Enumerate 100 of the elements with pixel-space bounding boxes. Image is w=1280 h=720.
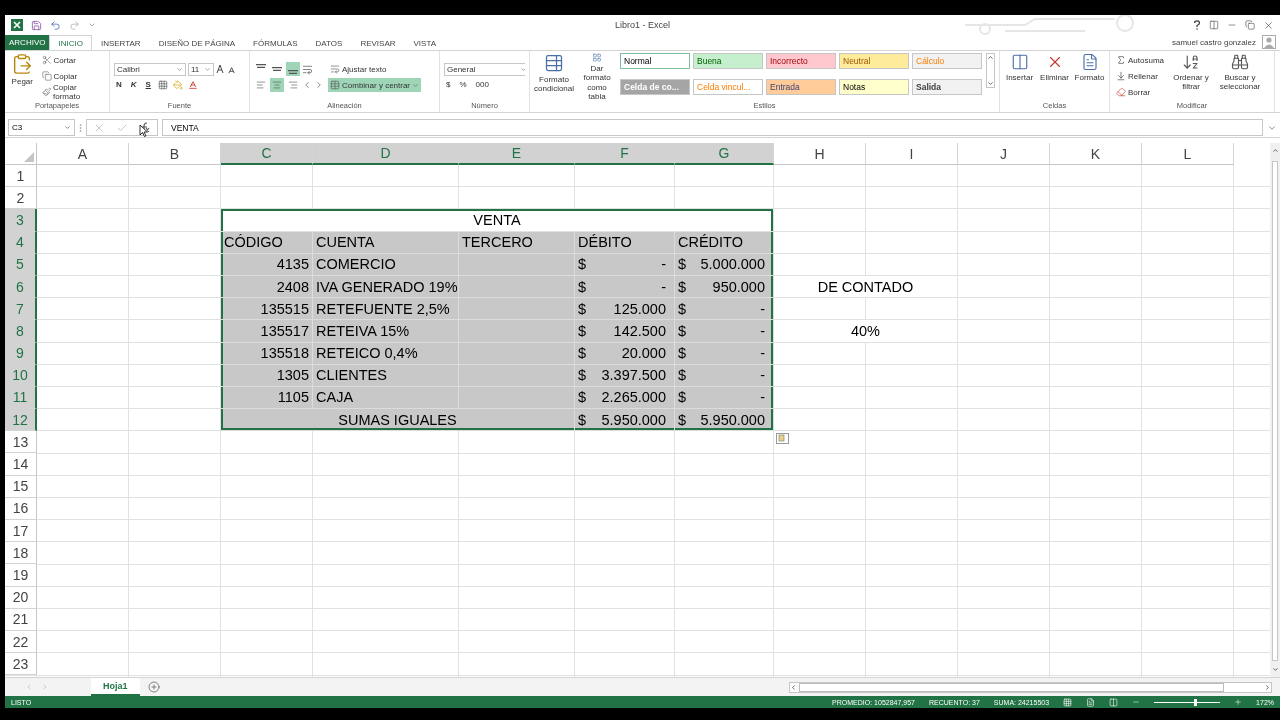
editing-button[interactable]: Ordenar y filtrar bbox=[1170, 53, 1213, 101]
increase-indent-icon[interactable] bbox=[314, 80, 324, 90]
row-header[interactable]: 21 bbox=[5, 608, 37, 631]
font-style-button[interactable]: K bbox=[128, 77, 139, 92]
grow-font-icon[interactable] bbox=[216, 64, 226, 74]
font-size-field[interactable]: 11 bbox=[188, 62, 214, 76]
undo-icon[interactable] bbox=[50, 19, 61, 31]
column-header[interactable]: B bbox=[129, 143, 221, 165]
editing-button[interactable]: Buscar y seleccionar bbox=[1216, 53, 1265, 101]
scroll-down-icon[interactable] bbox=[1271, 666, 1279, 673]
number-format-button[interactable]: $ bbox=[444, 77, 453, 92]
editing-button[interactable]: Rellenar bbox=[1114, 69, 1167, 83]
row-header[interactable]: 8 bbox=[5, 320, 37, 343]
cell-style-swatch[interactable]: Salida bbox=[912, 78, 982, 95]
column-header[interactable]: F bbox=[575, 143, 675, 165]
cells-button[interactable]: Insertar bbox=[1004, 53, 1035, 101]
row-header[interactable]: 6 bbox=[5, 275, 37, 299]
redo-icon[interactable] bbox=[69, 19, 80, 31]
cell-style-swatch[interactable]: Notas bbox=[839, 78, 909, 95]
row-header[interactable]: 19 bbox=[5, 564, 37, 587]
row-header[interactable]: 1 bbox=[5, 165, 37, 188]
add-sheet-icon[interactable] bbox=[147, 681, 160, 693]
paste-options-icon[interactable] bbox=[776, 433, 789, 445]
avatar-icon[interactable] bbox=[1262, 35, 1276, 49]
zoom-out-icon[interactable] bbox=[1132, 698, 1141, 706]
scroll-right-icon[interactable] bbox=[1264, 683, 1271, 691]
clipboard-button[interactable]: Cortar bbox=[39, 53, 105, 67]
row-header[interactable]: 7 bbox=[5, 298, 37, 321]
scroll-thumb[interactable] bbox=[799, 682, 1224, 692]
row-header[interactable]: 11 bbox=[5, 386, 37, 410]
font-style-button[interactable]: N bbox=[114, 77, 124, 92]
styles-button[interactable]: Formato condicional bbox=[534, 53, 575, 101]
page-break-icon[interactable] bbox=[1109, 697, 1119, 707]
row-header[interactable]: 17 bbox=[5, 520, 37, 543]
number-format-button[interactable]: 000 bbox=[473, 77, 491, 92]
user-name[interactable]: samuel castro gonzalez bbox=[1171, 38, 1256, 47]
column-header[interactable]: E bbox=[459, 143, 575, 165]
row-header[interactable]: 4 bbox=[5, 231, 37, 254]
help-icon[interactable] bbox=[1193, 20, 1201, 30]
select-all-icon[interactable] bbox=[24, 152, 34, 162]
font-style-button[interactable]: S bbox=[143, 77, 153, 92]
row-header[interactable]: 20 bbox=[5, 586, 37, 609]
row-header[interactable]: 10 bbox=[5, 364, 37, 387]
decrease-indent-icon[interactable] bbox=[302, 80, 312, 90]
scroll-thumb[interactable] bbox=[1272, 161, 1278, 661]
paste-button[interactable]: Pegar bbox=[9, 53, 36, 101]
row-header[interactable]: 5 bbox=[5, 253, 37, 276]
row-header[interactable]: 13 bbox=[5, 431, 37, 454]
customize-icon[interactable] bbox=[88, 21, 96, 29]
name-box[interactable]: C3 bbox=[8, 119, 75, 136]
column-header[interactable]: I bbox=[866, 143, 958, 165]
column-header[interactable]: L bbox=[1142, 143, 1234, 165]
merge-center-button[interactable]: Combinar y centrar bbox=[328, 78, 422, 92]
normal-view-icon[interactable] bbox=[1063, 697, 1073, 707]
formula-field[interactable]: VENTA bbox=[162, 119, 1263, 136]
column-header[interactable]: K bbox=[1050, 143, 1142, 165]
number-format-field[interactable]: General bbox=[444, 62, 525, 76]
font-name-field[interactable]: Calibri bbox=[114, 62, 186, 76]
zoom-in-icon[interactable] bbox=[1234, 698, 1243, 706]
gallery-up-icon[interactable] bbox=[987, 54, 994, 61]
column-header[interactable]: G bbox=[675, 143, 774, 165]
styles-button[interactable]: Dar formato como tabla bbox=[578, 53, 616, 101]
row-header[interactable]: 18 bbox=[5, 542, 37, 565]
editing-button[interactable]: Autosuma bbox=[1114, 53, 1167, 67]
row-header[interactable]: 14 bbox=[5, 453, 37, 476]
row-header[interactable]: 3 bbox=[5, 209, 37, 232]
row-header[interactable]: 2 bbox=[5, 187, 37, 210]
number-format-button[interactable]: % bbox=[457, 77, 469, 92]
row-header[interactable]: 16 bbox=[5, 497, 37, 520]
cells-button[interactable]: Formato bbox=[1074, 53, 1105, 101]
file-tab[interactable]: ARCHIVO bbox=[5, 35, 50, 50]
borders-icon[interactable] bbox=[157, 79, 168, 90]
save-icon[interactable] bbox=[31, 19, 42, 31]
column-header[interactable]: H bbox=[774, 143, 866, 165]
wrap-text-button[interactable]: Ajustar texto bbox=[328, 62, 422, 76]
page-layout-icon[interactable] bbox=[1086, 697, 1096, 707]
column-header[interactable]: A bbox=[37, 143, 129, 165]
ribbon-tab[interactable]: INICIO bbox=[49, 35, 92, 50]
close-icon[interactable] bbox=[1263, 19, 1274, 31]
zoom-slider[interactable] bbox=[1193, 698, 1197, 706]
vertical-align-button[interactable] bbox=[286, 62, 300, 76]
cell-style-swatch[interactable]: Incorrecto bbox=[766, 53, 836, 69]
sheet-tab[interactable]: Hoja1 bbox=[91, 678, 140, 696]
row-header[interactable]: 23 bbox=[5, 653, 37, 676]
row-header[interactable]: 12 bbox=[5, 409, 37, 432]
cell-style-swatch[interactable]: Normal bbox=[620, 53, 690, 69]
scroll-up-icon[interactable] bbox=[1271, 147, 1279, 154]
font-color-icon[interactable] bbox=[187, 79, 198, 90]
column-header[interactable]: J bbox=[958, 143, 1050, 165]
cell-style-swatch[interactable]: Buena bbox=[693, 53, 763, 69]
editing-button[interactable]: Borrar bbox=[1114, 85, 1167, 99]
cells-button[interactable]: Eliminar bbox=[1039, 53, 1070, 101]
clipboard-button[interactable]: Copiar formato bbox=[39, 85, 105, 99]
row-header[interactable]: 9 bbox=[5, 342, 37, 365]
row-header[interactable]: 22 bbox=[5, 630, 37, 654]
column-header[interactable]: D bbox=[313, 143, 459, 165]
fill-color-icon[interactable] bbox=[172, 79, 183, 90]
scroll-left-icon[interactable] bbox=[790, 683, 797, 691]
ribbon-display-icon[interactable] bbox=[1209, 20, 1219, 30]
cell-style-swatch[interactable]: Entrada bbox=[766, 78, 836, 95]
